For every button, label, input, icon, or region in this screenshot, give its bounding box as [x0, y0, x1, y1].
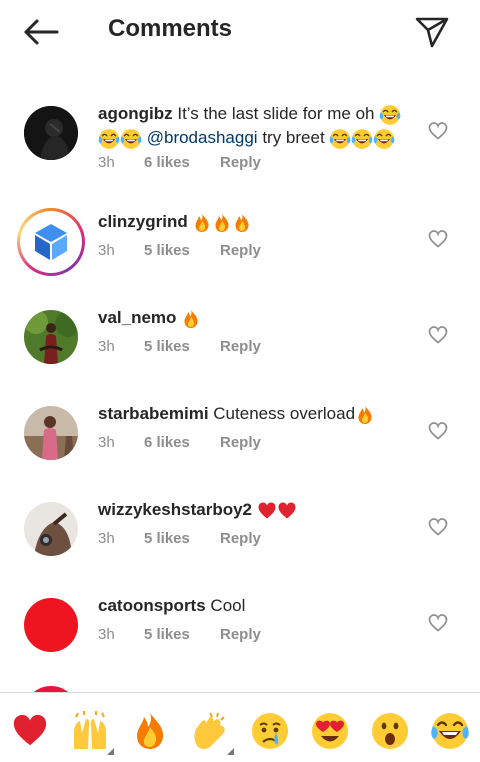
comment-row: clinzygrind 3h 5 likes Reply — [0, 200, 480, 296]
avatar[interactable] — [24, 406, 78, 460]
heart-outline-icon — [428, 518, 448, 536]
react-raising-hands-button[interactable] — [68, 709, 114, 755]
tears-of-joy-face-icon — [430, 711, 470, 751]
clapping-hands-icon — [194, 712, 225, 749]
avatar[interactable] — [24, 310, 78, 364]
tears-of-joy-emoji-icon — [120, 128, 142, 150]
like-comment-button[interactable] — [426, 120, 450, 142]
raising-hands-icon — [74, 711, 106, 749]
heart-outline-icon — [428, 230, 448, 248]
comment-timestamp: 3h — [98, 626, 115, 643]
like-comment-button[interactable] — [426, 612, 450, 634]
comment-text: try breet — [262, 128, 325, 147]
like-comment-button[interactable] — [426, 516, 450, 538]
react-tears-of-joy-button[interactable] — [428, 709, 472, 753]
comment-meta: 3h 5 likes Reply — [98, 242, 261, 259]
fire-emoji-icon — [192, 212, 212, 234]
comment-row: val_nemo 3h 5 likes Reply — [0, 296, 480, 392]
reply-button[interactable]: Reply — [220, 338, 261, 355]
comment-row: starbabemimi Cuteness overload 3h 6 like… — [0, 392, 480, 488]
comment-text: It’s the last slide for me oh — [177, 104, 375, 123]
red-heart-emoji-icon — [257, 501, 277, 521]
like-comment-button[interactable] — [426, 420, 450, 442]
reply-button[interactable]: Reply — [220, 242, 261, 259]
red-heart-emoji-icon — [277, 501, 297, 521]
header-bar: Comments — [0, 0, 480, 64]
arrow-left-icon — [24, 19, 59, 45]
like-comment-button[interactable] — [426, 228, 450, 250]
comment-likes-link[interactable]: 5 likes — [144, 530, 220, 547]
fire-emoji-icon — [232, 212, 252, 234]
fire-emoji-icon — [181, 308, 201, 330]
comment-meta: 3h 6 likes Reply — [98, 154, 261, 171]
tears-of-joy-emoji-icon — [98, 128, 120, 150]
surprised-face-icon — [372, 713, 408, 749]
reply-button[interactable]: Reply — [220, 626, 261, 643]
react-surprised-face-button[interactable] — [368, 709, 412, 753]
comment-meta: 3h 5 likes Reply — [98, 338, 261, 355]
comment-timestamp: 3h — [98, 530, 115, 547]
tears-of-joy-emoji-icon — [351, 128, 373, 150]
red-heart-icon — [10, 712, 50, 750]
comment-timestamp: 3h — [98, 242, 115, 259]
tears-of-joy-emoji-icon — [329, 128, 351, 150]
heart-outline-icon — [428, 326, 448, 344]
comment-likes-link[interactable]: 6 likes — [144, 434, 220, 451]
heart-outline-icon — [428, 422, 448, 440]
comment-username[interactable]: agongibz — [98, 104, 173, 123]
sad-but-relieved-face-icon — [252, 713, 288, 749]
heart-eyes-face-icon — [312, 713, 348, 749]
page-title: Comments — [108, 15, 233, 42]
avatar[interactable] — [24, 598, 78, 652]
comment-likes-link[interactable]: 5 likes — [144, 242, 220, 259]
reply-button[interactable]: Reply — [220, 434, 261, 451]
avatar — [23, 214, 79, 270]
tears-of-joy-emoji-icon — [379, 104, 401, 126]
comment-username[interactable]: catoonsports — [98, 596, 206, 615]
emoji-reaction-bar — [0, 692, 480, 762]
comment-meta: 3h 6 likes Reply — [98, 434, 261, 451]
avatar-story-ring[interactable] — [17, 208, 85, 276]
react-sad-face-button[interactable] — [248, 709, 292, 753]
comment-username[interactable]: val_nemo — [98, 308, 176, 327]
comment-meta: 3h 5 likes Reply — [98, 626, 261, 643]
comment-mention-link[interactable]: @brodashaggi — [147, 128, 258, 147]
reply-button[interactable]: Reply — [220, 530, 261, 547]
fire-icon — [130, 711, 170, 751]
avatar[interactable] — [24, 502, 78, 556]
tears-of-joy-emoji-icon — [373, 128, 395, 150]
paper-plane-icon — [415, 17, 449, 48]
comment-timestamp: 3h — [98, 434, 115, 451]
comment-text: Cuteness overload — [213, 404, 356, 423]
heart-outline-icon — [428, 614, 448, 632]
react-heart-eyes-button[interactable] — [308, 709, 352, 753]
comment-row: agongibz It’s the last slide for me oh @… — [0, 96, 480, 192]
reply-button[interactable]: Reply — [220, 154, 261, 171]
comment-timestamp: 3h — [98, 154, 115, 171]
comment-row: wizzykeshstarboy2 3h 5 likes Reply — [0, 488, 480, 584]
comment-row: catoonsports Cool 3h 5 likes Reply — [0, 584, 480, 680]
back-button[interactable] — [20, 14, 62, 50]
comment-likes-link[interactable]: 5 likes — [144, 626, 220, 643]
heart-outline-icon — [428, 122, 448, 140]
share-button[interactable] — [410, 12, 454, 52]
comment-likes-link[interactable]: 5 likes — [144, 338, 220, 355]
fire-emoji-icon — [212, 212, 232, 234]
comment-username[interactable]: starbabemimi — [98, 404, 209, 423]
react-red-heart-button[interactable] — [8, 709, 52, 753]
comment-likes-link[interactable]: 6 likes — [144, 154, 220, 171]
comment-meta: 3h 5 likes Reply — [98, 530, 261, 547]
like-comment-button[interactable] — [426, 324, 450, 346]
react-fire-button[interactable] — [128, 709, 172, 753]
comment-text: Cool — [210, 596, 246, 615]
avatar[interactable] — [24, 106, 78, 160]
react-clapping-hands-button[interactable] — [188, 709, 234, 755]
fire-emoji-icon — [355, 404, 375, 426]
comment-username[interactable]: clinzygrind — [98, 212, 188, 231]
comment-username[interactable]: wizzykeshstarboy2 — [98, 500, 252, 519]
comment-timestamp: 3h — [98, 338, 115, 355]
